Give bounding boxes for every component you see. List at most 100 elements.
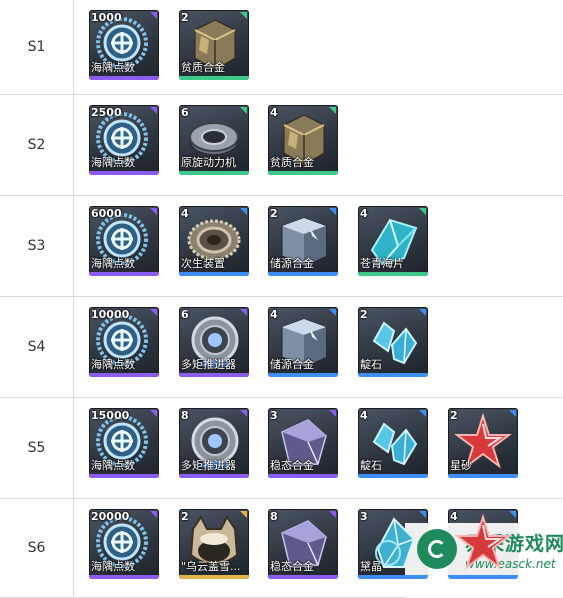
item-name: 贫质合金 [181,61,225,74]
rarity-corner-icon [150,12,157,19]
reward-item[interactable]: 1000 海隅点数 [89,10,159,80]
item-name: 贫质合金 [270,156,314,169]
rarity-corner-icon [150,410,157,417]
reward-item[interactable]: 20000 海隅点数 [89,509,159,579]
item-count: 20000 [91,510,130,523]
item-name: "乌云盖雪... [181,560,241,573]
item-count: 10000 [91,308,130,321]
reward-item[interactable]: 3 黛晶 [358,509,428,579]
rarity-bar [448,575,518,579]
reward-item[interactable]: 6 原旋动力机 [179,105,249,175]
rarity-corner-icon [419,511,426,518]
item-name: 多矩推进器 [181,358,236,371]
item-name: 次生装置 [181,257,225,270]
reward-item[interactable]: 15000 海隅点数 [89,408,159,478]
item-count: 6 [181,308,189,321]
reward-item[interactable]: 2 储源合金 [268,206,338,276]
item-count: 8 [270,510,278,523]
item-name: 海隅点数 [91,257,135,270]
reward-item[interactable]: 8 稳态合金 [268,509,338,579]
reward-item[interactable]: 2500 海隅点数 [89,105,159,175]
item-name: 稳态合金 [270,560,314,573]
row-label: S5 [27,440,46,456]
rarity-corner-icon [240,309,247,316]
rarity-corner-icon [240,410,247,417]
item-name: 黛晶 [360,560,382,573]
rarity-bar [179,474,249,478]
reward-item[interactable]: 2 "乌云盖雪... [179,509,249,579]
row-label: S3 [27,238,46,254]
rarity-bar [89,272,159,276]
item-name: 海隅点数 [91,459,135,472]
item-count: 2 [450,409,458,422]
item-count: 2 [270,207,278,220]
item-count: 4 [360,207,368,220]
item-name: 多矩推进器 [181,459,236,472]
rarity-bar [448,474,518,478]
star-sand-icon [454,513,512,570]
rarity-corner-icon [419,309,426,316]
reward-item[interactable]: 4 储源合金 [268,307,338,377]
item-count: 6000 [91,207,122,220]
rarity-bar [89,474,159,478]
reward-item[interactable]: 10000 海隅点数 [89,307,159,377]
reward-item[interactable]: 6000 海隅点数 [89,206,159,276]
item-count: 4 [360,409,368,422]
rarity-corner-icon [329,208,336,215]
rarity-corner-icon [240,511,247,518]
rarity-corner-icon [240,107,247,114]
rarity-bar [358,272,428,276]
reward-row-s2: S2 2500 海隅点数 6 原旋动力机 4 贫质合金 [0,95,563,196]
reward-item[interactable]: 2 靛石 [358,307,428,377]
rarity-corner-icon [419,208,426,215]
reward-item[interactable]: 6 多矩推进器 [179,307,249,377]
reward-item[interactable]: 8 多矩推进器 [179,408,249,478]
rarity-corner-icon [419,410,426,417]
rarity-corner-icon [329,410,336,417]
item-name: 海隅点数 [91,560,135,573]
item-count: 4 [450,510,458,523]
reward-row-s3: S3 6000 海隅点数 4 次生装置 2 储源合金 4 苍青海片 [0,196,563,297]
item-count: 8 [181,409,189,422]
rarity-bar [179,272,249,276]
reward-item[interactable]: 4 [448,509,518,579]
item-count: 4 [270,308,278,321]
reward-item[interactable]: 3 稳态合金 [268,408,338,478]
reward-row-s1: S1 1000 海隅点数 2 贫质合金 [0,0,563,95]
rarity-bar [358,474,428,478]
reward-item[interactable]: 2 星砂 [448,408,518,478]
rarity-corner-icon [509,511,516,518]
reward-item[interactable]: 4 靛石 [358,408,428,478]
item-count: 6 [181,106,189,119]
rarity-corner-icon [240,12,247,19]
rarity-bar [179,373,249,377]
item-count: 4 [181,207,189,220]
row-label: S2 [27,137,46,153]
item-name: 星砂 [450,459,472,472]
item-count: 2 [181,510,189,523]
reward-item[interactable]: 4 次生装置 [179,206,249,276]
reward-item[interactable]: 4 贫质合金 [268,105,338,175]
item-name: 靛石 [360,459,382,472]
item-name: 储源合金 [270,257,314,270]
item-name: 海隅点数 [91,156,135,169]
item-count: 15000 [91,409,130,422]
rarity-bar [268,373,338,377]
rarity-bar [268,171,338,175]
item-count: 3 [270,409,278,422]
reward-item[interactable]: 4 苍青海片 [358,206,428,276]
rarity-bar [89,171,159,175]
rarity-bar [179,76,249,80]
item-count: 4 [270,106,278,119]
reward-table: S1 1000 海隅点数 2 贫质合金 S2 2500 海隅点数 6 原旋动力机 4 贫质合金 S3 60… [0,0,563,598]
rarity-bar [179,171,249,175]
rarity-bar [268,474,338,478]
item-count: 3 [360,510,368,523]
rarity-corner-icon [150,208,157,215]
item-name: 靛石 [360,358,382,371]
reward-item[interactable]: 2 贫质合金 [179,10,249,80]
row-label: S4 [27,339,46,355]
item-name: 海隅点数 [91,61,135,74]
rarity-bar [89,76,159,80]
rarity-bar [89,575,159,579]
